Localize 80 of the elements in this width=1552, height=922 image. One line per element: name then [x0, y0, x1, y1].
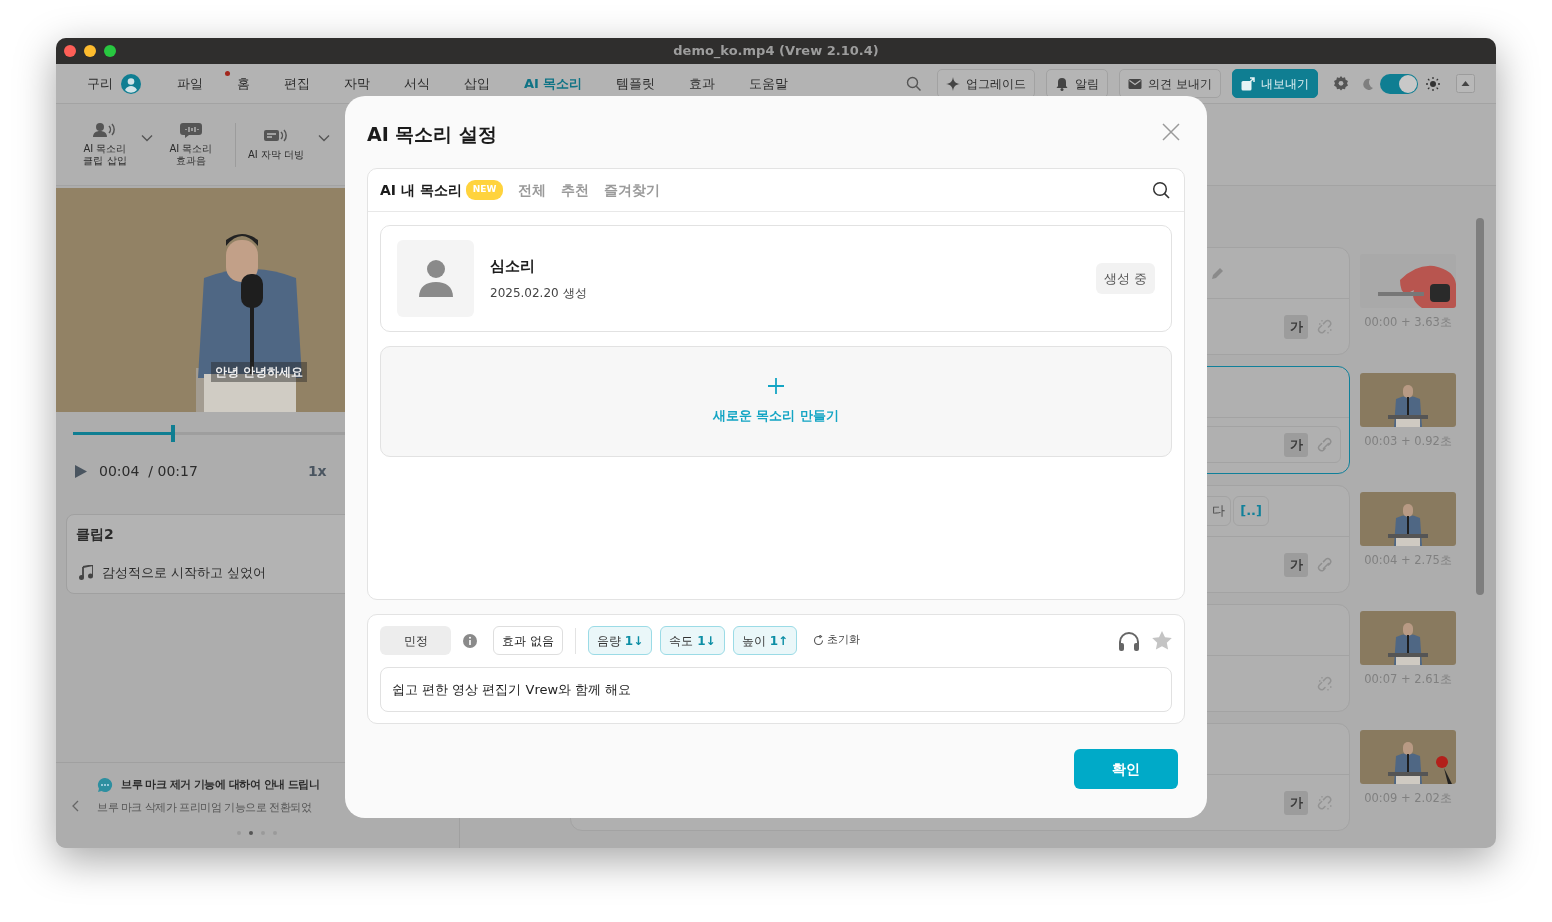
moon-icon [1362, 77, 1374, 90]
collapse-icon[interactable] [1456, 74, 1475, 93]
new-badge: NEW [465, 180, 504, 200]
headphones-icon[interactable] [1118, 630, 1140, 651]
play-icon[interactable] [74, 464, 87, 479]
menu-tab[interactable]: 도움말 [749, 73, 789, 94]
plus-icon [768, 377, 784, 394]
sun-icon [1426, 76, 1440, 91]
link-icon[interactable] [1317, 436, 1333, 453]
close-icon [1162, 123, 1180, 141]
voice-clip-icon [93, 122, 117, 138]
notice-title: 브루 마크 제거 기능에 대하여 안내 드립니 [121, 777, 320, 793]
style-button[interactable]: 가 [1284, 432, 1308, 457]
chevron-left-icon[interactable] [72, 800, 79, 812]
page-dot[interactable] [249, 831, 253, 835]
chevron-down-icon[interactable] [318, 133, 331, 142]
chevron-down-icon[interactable] [141, 133, 153, 142]
voice-name: 심소리 [490, 256, 536, 278]
settings-icon[interactable] [1332, 74, 1350, 93]
reset-button[interactable]: 초기화 [813, 632, 861, 649]
close-button[interactable] [64, 45, 76, 57]
menu-tab[interactable]: 파일 [177, 73, 203, 94]
menu-tab[interactable]: 홈 [237, 73, 250, 94]
voice-tab[interactable]: AI 내 목소리 NEW [380, 179, 504, 201]
person-icon [417, 258, 454, 299]
search-icon[interactable] [1152, 181, 1170, 199]
style-button[interactable]: 가 [1284, 552, 1308, 577]
scrollbar[interactable] [1476, 218, 1484, 595]
adjust-button[interactable]: 음량 1↓ [587, 626, 653, 655]
status-chip: 생성 중 [1095, 262, 1155, 295]
toolbar-button[interactable]: AI 자막 더빙 [248, 128, 305, 161]
total-time: / 00:17 [148, 462, 198, 481]
link-icon[interactable] [1317, 556, 1333, 573]
bell-icon [1055, 76, 1070, 91]
user-name: 구리 [87, 74, 113, 93]
current-time: 00:04 [99, 462, 140, 481]
style-button[interactable]: 가 [1284, 790, 1308, 815]
style-button[interactable]: 가 [1284, 314, 1308, 339]
caption-voice-icon [264, 128, 289, 144]
avatar-icon[interactable] [121, 73, 141, 94]
notice-text: 브루 마크 삭제가 프리미엄 기능으로 전환되었 [97, 799, 313, 816]
star-icon[interactable] [1152, 631, 1172, 650]
voice-item[interactable]: 심소리 2025.02.20 생성 생성 중 [380, 225, 1172, 332]
export-button[interactable]: 내보내기 [1232, 69, 1318, 98]
clip-title: 클립2 [76, 525, 115, 544]
dialog-title: AI 목소리 설정 [367, 122, 497, 147]
adjust-button[interactable]: 높이 1↑ [732, 626, 798, 655]
menu-tab[interactable]: 자막 [344, 73, 370, 94]
close-button[interactable] [1162, 123, 1180, 141]
toolbar-button[interactable]: 의견 보내기 [1119, 69, 1221, 98]
mail-icon [1128, 76, 1143, 91]
theme-toggle[interactable] [1380, 73, 1418, 94]
speech-bubble-icon [180, 122, 202, 138]
minimize-button[interactable] [84, 45, 96, 57]
window-title: demo_ko.mp4 (Vrew 2.10.4) [673, 42, 879, 61]
music-note-icon [79, 565, 93, 581]
menu-tab[interactable]: 효과 [689, 73, 716, 94]
toolbar-button[interactable]: 업그레이드 [937, 69, 1036, 98]
adjust-button[interactable]: 속도 1↓ [660, 626, 725, 655]
export-icon [1241, 76, 1255, 91]
voice-select[interactable]: 민정 [380, 626, 451, 655]
pencil-icon[interactable] [1211, 266, 1224, 280]
sparkle-icon [946, 76, 961, 91]
menu-tab[interactable]: 템플릿 [616, 73, 656, 94]
toolbar-button[interactable]: 알림 [1046, 69, 1109, 98]
menu-tab[interactable]: 삽입 [464, 73, 490, 94]
voice-date: 2025.02.20 생성 [490, 284, 587, 302]
toolbar-button[interactable]: AI 목소리 클립 삽입 [83, 122, 127, 167]
menu-tab[interactable]: 서식 [404, 73, 430, 94]
effect-button[interactable]: 효과 없음 [493, 626, 563, 655]
video-caption: 안녕 안녕하세요 [211, 362, 308, 382]
toolbar-button[interactable]: AI 목소리 효과음 [169, 122, 213, 167]
zoom-button[interactable] [104, 45, 116, 57]
clip-text: 감성적으로 시작하고 싶었어 [102, 564, 267, 582]
text-input[interactable]: 쉽고 편한 영상 편집기 Vrew와 함께 해요 [380, 667, 1172, 712]
reset-icon [813, 635, 825, 646]
chat-icon [97, 777, 113, 794]
menu-tab[interactable]: 편집 [284, 73, 310, 94]
create-voice-label: 새로운 목소리 만들기 [712, 406, 840, 425]
info-icon[interactable] [463, 633, 477, 648]
